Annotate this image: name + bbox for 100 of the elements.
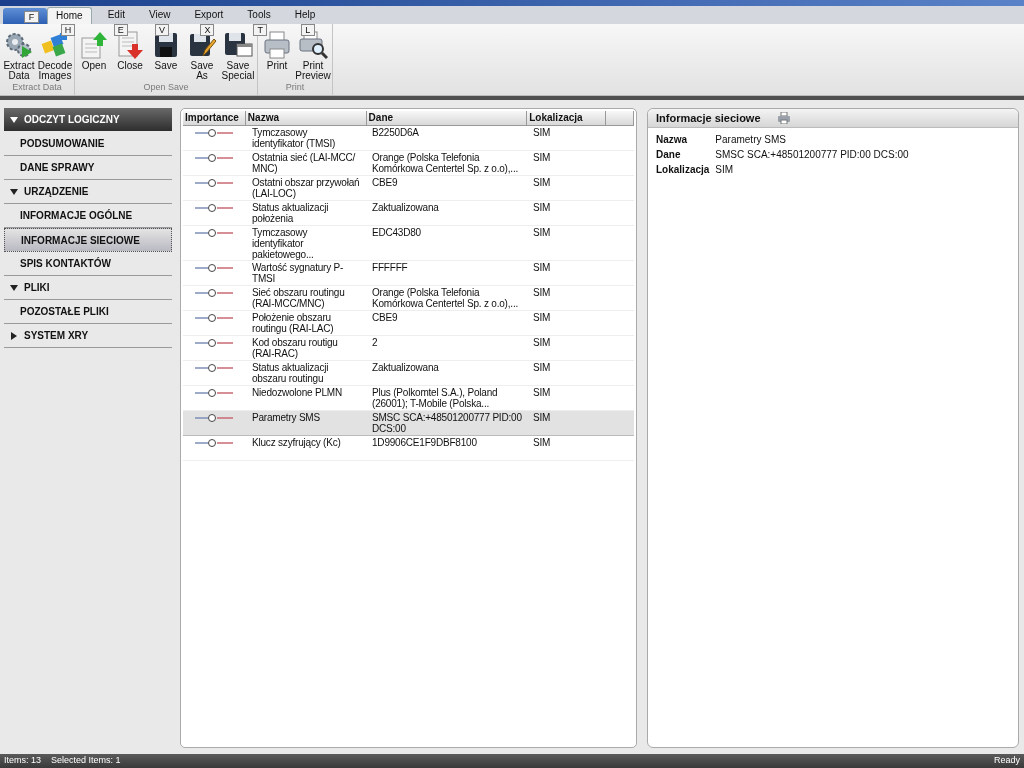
- group-label: Extract Data: [12, 81, 62, 94]
- table-cell: SIM: [533, 312, 551, 323]
- table-cell: Orange (Polska Telefonia Komórkowa Centertel Sp. z o.o),...: [372, 152, 519, 174]
- panel-title: Informacje sieciowe: [656, 110, 761, 126]
- table-cell: Wartość sygnatury P-TMSI: [252, 262, 344, 284]
- tree-group-item[interactable]: PLIKI: [4, 276, 172, 300]
- field-value: SIM: [715, 163, 735, 177]
- table-row[interactable]: Klucz szyfrujący (Kc) 1D9906CE1F9DBF8100 SIM: [183, 436, 634, 461]
- gears-icon: [4, 30, 34, 60]
- table-row[interactable]: Status aktualizacji położenia Zaktualizowana SIM: [183, 201, 634, 226]
- table-cell: Sieć obszaru routingu (RAI-MCC/MNC): [252, 287, 345, 309]
- tree-group-item[interactable]: URZĄDZENIE: [4, 180, 172, 204]
- column-header[interactable]: Nazwa: [245, 111, 367, 125]
- table-row[interactable]: Ostatnia sieć (LAI-MCC/ MNC) Orange (Polska Telefonia Komórkowa Centertel Sp. z o.o),... SIM: [183, 151, 634, 176]
- table-cell: SIM: [533, 337, 551, 348]
- ribbon-button[interactable]: Extract Data: [3, 30, 35, 81]
- field-value: Parametry SMS: [715, 133, 787, 147]
- table-cell: Tymczasowy identyfikator (TMSI): [252, 127, 336, 149]
- column-header[interactable]: Importance: [183, 111, 246, 125]
- importance-slider-icon: [194, 314, 235, 322]
- ribbon-button[interactable]: Save Special: [222, 30, 254, 81]
- importance-slider-icon: [194, 289, 235, 297]
- table-row[interactable]: Parametry SMS SMSC SCA:+48501200777 PID:00 DCS:00 SIM: [183, 411, 634, 436]
- table-cell: SMSC SCA:+48501200777 PID:00 DCS:00: [372, 412, 522, 434]
- ribbon-tab[interactable]: Edit: [99, 7, 133, 24]
- table-cell: Orange (Polska Telefonia Komórkowa Centertel Sp. z o.o),...: [372, 287, 519, 309]
- group-label: Print: [285, 81, 305, 94]
- table-cell: B2250D6A: [372, 127, 419, 138]
- table-cell: SIM: [533, 177, 551, 188]
- tree-root-item[interactable]: ODCZYT LOGICZNY: [4, 108, 172, 131]
- ribbon-tab[interactable]: Tools: [239, 7, 279, 24]
- table-cell: SIM: [533, 202, 551, 213]
- status-text: Selected Items: 1: [51, 754, 121, 768]
- table-cell: EDC43D80: [372, 227, 421, 238]
- table-row[interactable]: Tymczasowy identyfikator pakietowego... EDC43D80 SIM: [183, 226, 634, 261]
- field-value: SMSC SCA:+48501200777 PID:00 DCS:00: [715, 148, 910, 162]
- importance-slider-icon: [194, 439, 235, 447]
- key-tip: X: [200, 24, 215, 36]
- table-cell: Kod obszaru routigu (RAI-RAC): [252, 337, 338, 359]
- field-label: Lokalizacja: [656, 163, 710, 177]
- table-cell: SIM: [533, 412, 551, 423]
- ribbon-tab[interactable]: Export: [186, 7, 232, 24]
- ribbon-button[interactable]: Open: [78, 30, 110, 81]
- table-cell: Status aktualizacji położenia: [252, 202, 329, 224]
- column-header[interactable]: Dane: [366, 111, 528, 125]
- table-cell: Parametry SMS: [252, 412, 320, 423]
- tree-group-label: URZĄDZENIE: [24, 185, 89, 199]
- tree-group-item[interactable]: SYSTEM XRY: [4, 324, 172, 348]
- status-text: Items: 13: [4, 754, 41, 768]
- table-cell: SIM: [533, 262, 551, 273]
- column-header[interactable]: Lokalizacja: [527, 111, 607, 125]
- sidebar-item[interactable]: POZOSTAŁE PLIKI: [4, 300, 172, 324]
- table-cell: Klucz szyfrujący (Kc): [252, 437, 341, 448]
- table-row[interactable]: Niedozwolone PLMN Plus (Polkomtel S.A.), Poland (26001); T-Mobile (Polska... SIM: [183, 386, 634, 411]
- table-cell: Położenie obszaru routingu (RAI-LAC): [252, 312, 334, 334]
- table-cell: Status aktualizacji obszaru routingu: [252, 362, 329, 384]
- importance-slider-icon: [194, 229, 235, 237]
- table-cell: SIM: [533, 437, 551, 448]
- table-cell: SIM: [533, 387, 551, 398]
- table-row[interactable]: Status aktualizacji obszaru routingu Zaktualizowana SIM: [183, 361, 634, 386]
- sidebar-item[interactable]: PODSUMOWANIE: [4, 132, 172, 156]
- table-cell: Plus (Polkomtel S.A.), Poland (26001); T-Mobile (Polska...: [372, 387, 498, 409]
- sidebar-item[interactable]: INFORMACJE SIECIOWE: [4, 228, 172, 252]
- key-tip: F: [24, 11, 39, 23]
- table-row[interactable]: Położenie obszaru routingu (RAI-LAC) CBE9 SIM: [183, 311, 634, 336]
- ribbon-tab[interactable]: Help: [286, 7, 324, 24]
- importance-slider-icon: [194, 204, 235, 212]
- table-cell: Zaktualizowana: [372, 362, 439, 373]
- importance-slider-icon: [194, 389, 235, 397]
- tree-root-label: ODCZYT LOGICZNY: [24, 113, 120, 127]
- ribbon-tab[interactable]: View: [140, 7, 179, 24]
- key-tip: T: [253, 24, 268, 36]
- table-row[interactable]: Kod obszaru routigu (RAI-RAC) 2 SIM: [183, 336, 634, 361]
- importance-slider-icon: [194, 129, 235, 137]
- importance-slider-icon: [194, 339, 235, 347]
- field-label: Dane: [656, 148, 682, 162]
- table-row[interactable]: Wartość sygnatury P-TMSI FFFFFF SIM: [183, 261, 634, 286]
- printer-icon[interactable]: [776, 112, 791, 124]
- table-row[interactable]: Ostatni obszar przywołań (LAI-LOC) CBE9 SIM: [183, 176, 634, 201]
- document-up-arrow-icon: [79, 30, 109, 60]
- table-cell: Niedozwolone PLMN: [252, 387, 342, 398]
- sidebar-item[interactable]: DANE SPRAWY: [4, 156, 172, 180]
- table-cell: 2: [372, 337, 378, 348]
- status-text: Ready: [994, 754, 1020, 768]
- ribbon-tab[interactable]: Home: [47, 7, 92, 24]
- group-label: Open Save: [143, 81, 189, 94]
- expanded-triangle-icon: [10, 115, 18, 124]
- table-cell: Ostatnia sieć (LAI-MCC/ MNC): [252, 152, 356, 174]
- table-row[interactable]: Tymczasowy identyfikator (TMSI) B2250D6A SIM: [183, 126, 634, 151]
- sidebar-item[interactable]: SPIS KONTAKTÓW: [4, 252, 172, 276]
- importance-slider-icon: [194, 264, 235, 272]
- expanded-triangle-icon: [10, 283, 18, 292]
- table-cell: 1D9906CE1F9DBF8100: [372, 437, 477, 448]
- table-cell: CBE9: [372, 312, 398, 323]
- importance-slider-icon: [194, 364, 235, 372]
- table-cell: SIM: [533, 152, 551, 163]
- table-cell: CBE9: [372, 177, 398, 188]
- table-row[interactable]: Sieć obszaru routingu (RAI-MCC/MNC) Orange (Polska Telefonia Komórkowa Centertel Sp. z o.o),... SIM: [183, 286, 634, 311]
- tree-group-label: PLIKI: [24, 281, 50, 295]
- table-cell: SIM: [533, 287, 551, 298]
